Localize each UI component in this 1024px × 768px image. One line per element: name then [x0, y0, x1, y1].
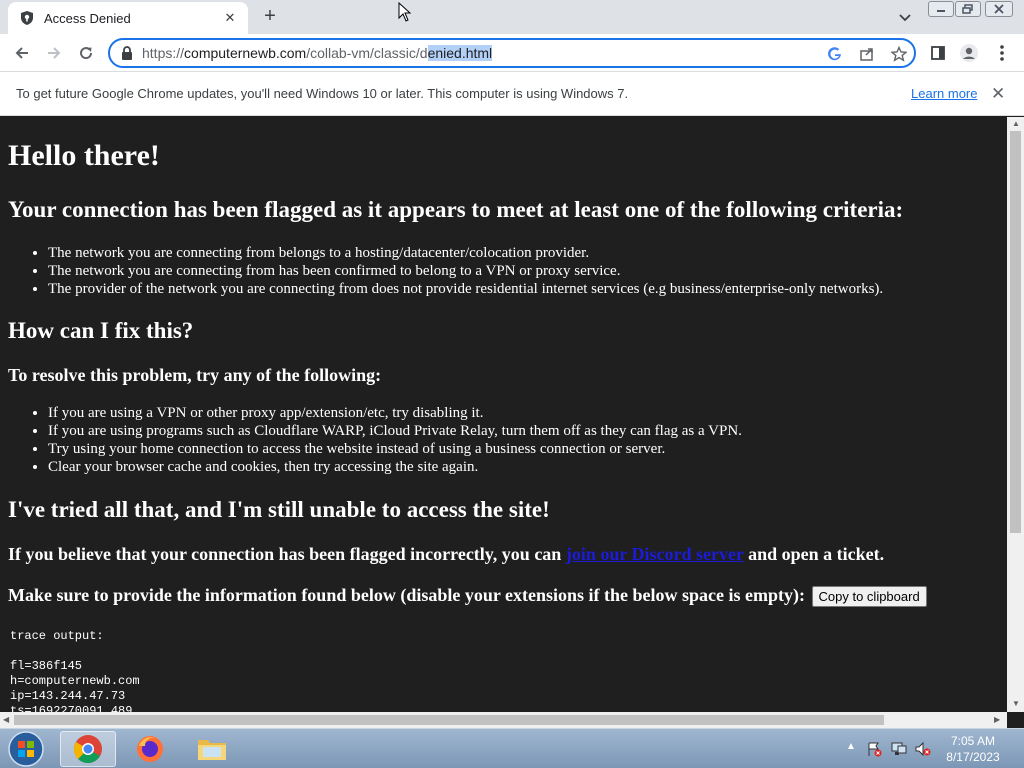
- profile-avatar-icon[interactable]: [957, 41, 981, 65]
- ticket-paragraph: If you believe that your connection has …: [8, 544, 884, 565]
- new-tab-button[interactable]: +: [258, 5, 282, 29]
- back-button[interactable]: [10, 41, 34, 65]
- menu-kebab-icon[interactable]: [990, 41, 1014, 65]
- learn-more-link[interactable]: Learn more: [911, 86, 977, 101]
- tab-access-denied[interactable]: Access Denied ✕: [8, 2, 248, 34]
- url-path: /collab-vm/classic/d: [306, 45, 428, 61]
- infobar-close-icon[interactable]: ✕: [991, 84, 1005, 104]
- scroll-up-icon[interactable]: ▲: [1012, 119, 1020, 128]
- shield-icon: [18, 9, 36, 27]
- page-title: Hello there!: [8, 139, 160, 172]
- tab-search-chevron-down-icon[interactable]: [896, 8, 914, 26]
- action-center-flag-icon[interactable]: [866, 741, 882, 762]
- url-text[interactable]: https://computernewb.com/collab-vm/class…: [142, 45, 493, 61]
- scroll-down-icon[interactable]: ▼: [1012, 699, 1020, 708]
- criteria-list: The network you are connecting from belo…: [48, 244, 883, 298]
- reload-button[interactable]: [74, 41, 98, 65]
- trace-line: ts=1692270091.489: [10, 704, 133, 712]
- provide-paragraph: Make sure to provide the information fou…: [8, 585, 927, 608]
- list-item: The provider of the network you are conn…: [48, 280, 883, 298]
- criteria-heading: Your connection has been flagged as it a…: [8, 197, 904, 222]
- discord-link[interactable]: join our Discord server: [566, 544, 744, 564]
- bookmark-star-icon[interactable]: [890, 45, 908, 63]
- url-scheme: https://: [142, 45, 185, 61]
- fix-heading: How can I fix this?: [8, 318, 194, 343]
- browser-toolbar: https://computernewb.com/collab-vm/class…: [0, 34, 1024, 72]
- volume-muted-icon[interactable]: [914, 741, 932, 762]
- ticket-suffix: and open a ticket.: [743, 544, 885, 564]
- vertical-scrollbar[interactable]: ▲ ▼: [1007, 117, 1024, 712]
- vertical-scroll-thumb[interactable]: [1010, 131, 1021, 533]
- list-item: Clear your browser cache and cookies, th…: [48, 458, 742, 476]
- restore-button[interactable]: [955, 1, 981, 17]
- close-window-button[interactable]: [985, 1, 1013, 17]
- trace-line: ip=143.244.47.73: [10, 689, 126, 703]
- page-content: Hello there! Your connection has been fl…: [0, 117, 1007, 712]
- ticket-prefix: If you believe that your connection has …: [8, 544, 566, 564]
- side-panel-icon[interactable]: [926, 41, 950, 65]
- taskbar: ▲ 7:05 AM 8/17/2023: [0, 728, 1024, 768]
- trace-line: trace output:: [10, 629, 104, 643]
- trace-line: fl=386f145: [10, 659, 83, 673]
- update-infobar: To get future Google Chrome updates, you…: [0, 72, 1024, 116]
- infobar-message: To get future Google Chrome updates, you…: [16, 86, 629, 101]
- share-icon[interactable]: [858, 45, 876, 63]
- url-host: computernewb.com: [184, 45, 307, 61]
- file-explorer-icon[interactable]: [184, 731, 240, 767]
- list-item: The network you are connecting from has …: [48, 262, 883, 280]
- address-bar[interactable]: https://computernewb.com/collab-vm/class…: [108, 38, 916, 68]
- tried-heading: I've tried all that, and I'm still unabl…: [8, 497, 550, 522]
- list-item: The network you are connecting from belo…: [48, 244, 883, 262]
- minimize-button[interactable]: [928, 1, 954, 17]
- list-item: If you are using a VPN or other proxy ap…: [48, 404, 742, 422]
- network-icon[interactable]: [890, 741, 908, 762]
- horizontal-scrollbar[interactable]: ◀ ▶: [0, 712, 1007, 728]
- horizontal-scroll-thumb[interactable]: [14, 715, 884, 725]
- scroll-left-icon[interactable]: ◀: [3, 715, 9, 724]
- resolve-heading: To resolve this problem, try any of the …: [8, 365, 382, 385]
- url-path-selected: enied.html: [427, 45, 493, 61]
- start-button[interactable]: [6, 730, 46, 768]
- tab-close-icon[interactable]: ✕: [222, 10, 238, 26]
- trace-output: trace output: fl=386f145 h=computernewb.c…: [10, 629, 140, 712]
- show-hidden-icons-icon[interactable]: ▲: [846, 741, 856, 752]
- firefox-icon[interactable]: [122, 731, 178, 767]
- google-icon[interactable]: [826, 45, 844, 63]
- list-item: If you are using programs such as Cloudf…: [48, 422, 742, 440]
- mouse-cursor-icon: [398, 1, 412, 27]
- clock-time: 7:05 AM: [950, 734, 996, 748]
- trace-line: [10, 644, 140, 659]
- fix-list: If you are using a VPN or other proxy ap…: [48, 404, 742, 476]
- forward-button[interactable]: [42, 41, 66, 65]
- clock-date: 8/17/2023: [946, 750, 1000, 764]
- scroll-right-icon[interactable]: ▶: [994, 715, 1000, 724]
- chrome-icon[interactable]: [60, 731, 116, 767]
- tab-strip: Access Denied ✕ +: [0, 0, 1024, 34]
- tab-title: Access Denied: [44, 10, 131, 26]
- lock-icon[interactable]: [120, 45, 134, 66]
- provide-text: Make sure to provide the information fou…: [8, 585, 806, 605]
- copy-to-clipboard-button[interactable]: Copy to clipboard: [811, 586, 927, 608]
- list-item: Try using your home connection to access…: [48, 440, 742, 458]
- system-clock[interactable]: 7:05 AM 8/17/2023: [940, 733, 1006, 765]
- trace-line: h=computernewb.com: [10, 674, 140, 688]
